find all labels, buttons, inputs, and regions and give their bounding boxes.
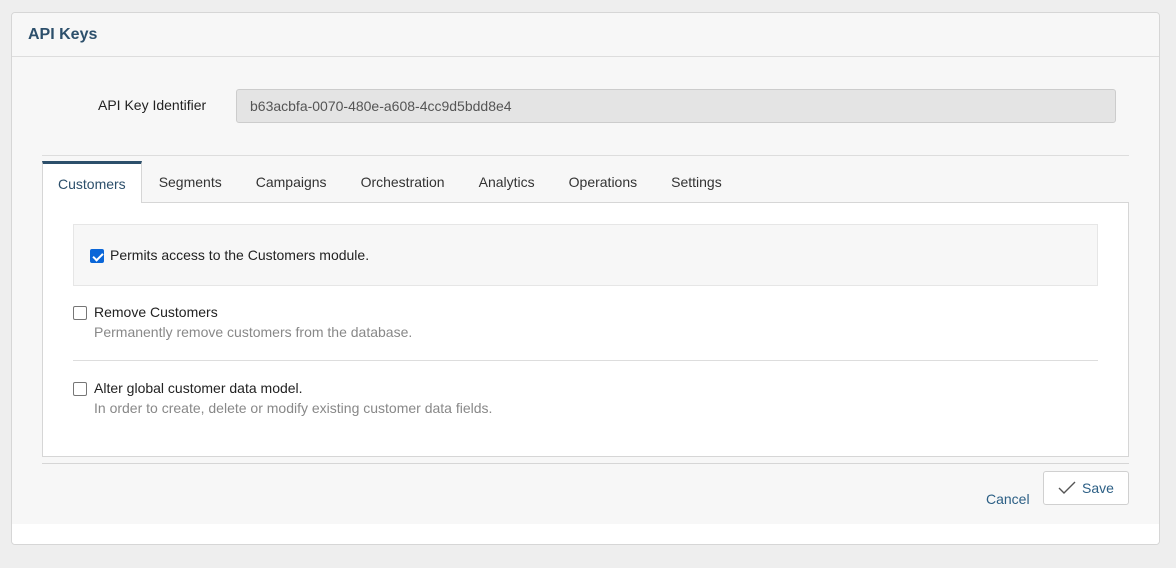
alter-data-model-checkbox[interactable] xyxy=(73,382,87,396)
tab-operations[interactable]: Operations xyxy=(552,161,654,203)
tab-customers[interactable]: Customers xyxy=(42,161,142,203)
tab-segments[interactable]: Segments xyxy=(142,161,239,203)
divider xyxy=(42,463,1129,464)
panel-header: API Keys xyxy=(12,13,1159,57)
divider xyxy=(73,360,1098,361)
panel-footer xyxy=(12,524,1159,544)
permission-title[interactable]: Alter global customer data model. xyxy=(94,380,303,396)
tab-label: Analytics xyxy=(478,174,535,190)
tab-label: Operations xyxy=(568,174,638,190)
module-access-box: Permits access to the Customers module. xyxy=(73,224,1098,286)
permission-description: Permanently remove customers from the da… xyxy=(94,324,413,340)
save-label: Save xyxy=(1082,480,1114,496)
api-key-label: API Key Identifier xyxy=(98,97,207,113)
panel-title: API Keys xyxy=(28,25,98,43)
tab-settings[interactable]: Settings xyxy=(654,161,739,203)
cancel-button[interactable]: Cancel xyxy=(986,491,1030,507)
permission-title[interactable]: Remove Customers xyxy=(94,304,218,320)
save-button[interactable]: Save xyxy=(1043,471,1129,505)
api-key-identifier-field[interactable] xyxy=(236,89,1116,123)
api-key-row: API Key Identifier xyxy=(12,89,1159,123)
tab-label: Orchestration xyxy=(360,174,445,190)
tab-analytics[interactable]: Analytics xyxy=(462,161,552,203)
module-access-checkbox[interactable] xyxy=(90,249,104,263)
permission-description: In order to create, delete or modify exi… xyxy=(94,400,493,416)
tab-orchestration[interactable]: Orchestration xyxy=(344,161,462,203)
tab-bar: Customers Segments Campaigns Orchestrati… xyxy=(42,161,739,203)
tab-content-customers: Permits access to the Customers module. … xyxy=(42,202,1129,457)
tab-label: Campaigns xyxy=(255,174,327,190)
tab-label: Segments xyxy=(158,174,222,190)
tab-label: Settings xyxy=(671,174,722,190)
divider xyxy=(42,155,1129,156)
remove-customers-checkbox[interactable] xyxy=(73,306,87,320)
panel-body: API Key Identifier Customers Segments Ca… xyxy=(12,57,1159,524)
api-keys-panel: API Keys API Key Identifier Customers Se… xyxy=(11,12,1160,545)
tab-campaigns[interactable]: Campaigns xyxy=(239,161,344,203)
tab-label: Customers xyxy=(58,175,126,192)
checkmark-icon xyxy=(1058,481,1076,495)
permission-remove-customers: Remove Customers Permanently remove cust… xyxy=(73,304,1098,344)
permission-alter-data-model: Alter global customer data model. In ord… xyxy=(73,380,1098,420)
module-access-label[interactable]: Permits access to the Customers module. xyxy=(110,247,369,263)
